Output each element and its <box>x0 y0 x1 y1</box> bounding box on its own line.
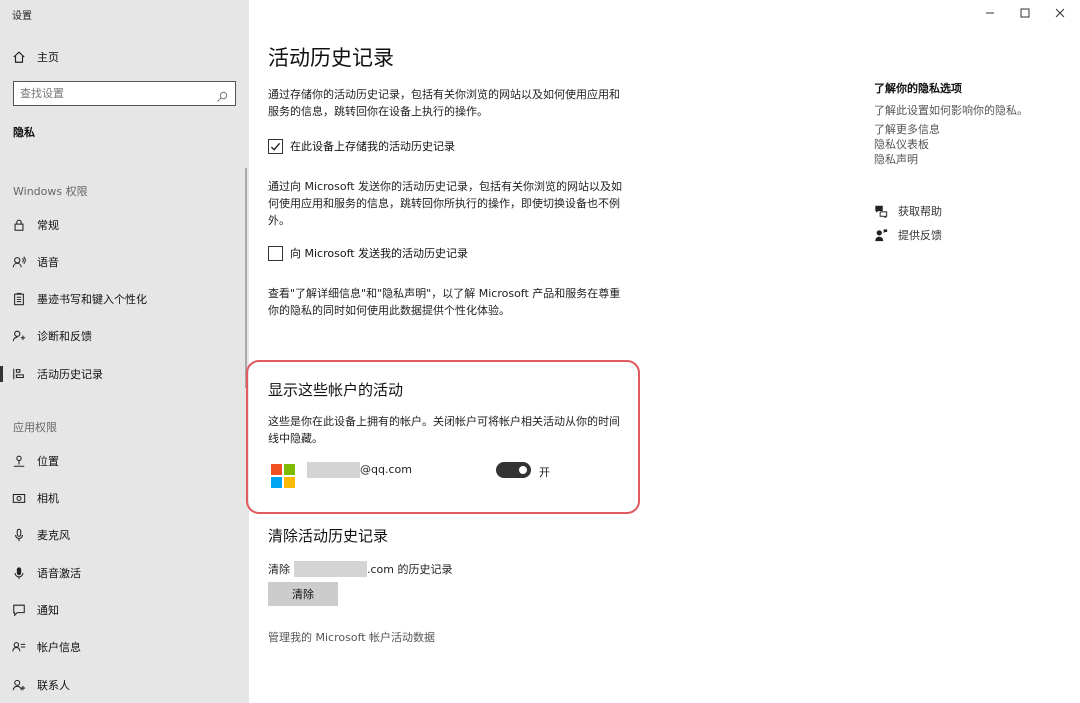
clear-history-title: 清除活动历史记录 <box>268 527 389 545</box>
sidebar-item-notifications[interactable]: 通知 <box>0 595 240 625</box>
search-box[interactable] <box>13 81 236 106</box>
main-content: 活动历史记录 通过存储你的活动历史记录，包括有关你浏览的网站以及如何使用应用和服… <box>249 0 1080 703</box>
privacy-dashboard-link[interactable]: 隐私仪表板 <box>874 136 929 152</box>
clear-button[interactable]: 清除 <box>268 582 338 606</box>
sidebar-item-label: 活动历史记录 <box>37 368 103 381</box>
microphone-icon <box>12 528 26 542</box>
store-history-label: 在此设备上存储我的活动历史记录 <box>290 140 455 153</box>
sidebar-scrollbar[interactable] <box>245 168 247 388</box>
sidebar-item-label: 常规 <box>37 219 59 232</box>
clipboard-icon <box>12 292 26 306</box>
diagnostics-icon <box>12 329 26 343</box>
sidebar-item-activity-history[interactable]: 活动历史记录 <box>0 359 240 389</box>
search-icon[interactable] <box>216 88 228 102</box>
clear-history-suffix: .com 的历史记录 <box>367 563 453 576</box>
send-history-label: 向 Microsoft 发送我的活动历史记录 <box>290 247 469 260</box>
send-description: 通过向 Microsoft 发送你的活动历史记录，包括有关你浏览的网站以及如何使… <box>268 180 623 227</box>
camera-icon <box>12 491 26 505</box>
sidebar-item-voice-activation[interactable]: 语音激活 <box>0 558 240 588</box>
sidebar-item-speech[interactable]: 语音 <box>0 247 240 277</box>
sidebar-item-general[interactable]: 常规 <box>0 210 240 240</box>
get-help-link[interactable]: 获取帮助 <box>874 203 942 219</box>
sidebar-item-camera[interactable]: 相机 <box>0 483 240 513</box>
sidebar-item-home[interactable]: 主页 <box>0 42 240 72</box>
sidebar-item-diagnostics[interactable]: 诊断和反馈 <box>0 321 240 351</box>
current-section-heading: 隐私 <box>13 126 35 139</box>
page-title: 活动历史记录 <box>268 46 394 70</box>
voice-activation-icon <box>12 566 26 580</box>
sidebar-item-label: 相机 <box>37 492 59 505</box>
feedback-icon <box>874 228 888 242</box>
sidebar-item-location[interactable]: 位置 <box>0 446 240 476</box>
sidebar-item-label: 语音激活 <box>37 567 81 580</box>
sidebar-item-account-info[interactable]: 帐户信息 <box>0 632 240 662</box>
search-input[interactable] <box>14 82 216 105</box>
highlight-annotation <box>246 360 640 514</box>
notification-icon <box>12 603 26 617</box>
send-history-checkbox-row[interactable]: 向 Microsoft 发送我的活动历史记录 <box>268 245 468 261</box>
privacy-options-description: 了解此设置如何影响你的隐私。 <box>874 104 1028 117</box>
sidebar-item-label: 帐户信息 <box>37 641 81 654</box>
sidebar: 设置 主页 隐私 Windows 权限 常规 语音 墨迹书写和键入个性化 <box>0 0 249 703</box>
learn-more-link[interactable]: 了解更多信息 <box>874 121 940 137</box>
lock-icon <box>12 218 26 232</box>
store-description: 通过存储你的活动历史记录，包括有关你浏览的网站以及如何使用应用和服务的信息，跳转… <box>268 88 620 118</box>
sidebar-item-inking-typing[interactable]: 墨迹书写和键入个性化 <box>0 284 240 314</box>
sidebar-item-label: 联系人 <box>37 679 70 692</box>
timeline-icon <box>12 367 26 381</box>
help-chat-icon <box>874 204 888 219</box>
sidebar-item-label: 墨迹书写和键入个性化 <box>37 293 147 306</box>
get-help-label: 获取帮助 <box>898 205 942 218</box>
privacy-note: 查看"了解详细信息"和"隐私声明"，以了解 Microsoft 产品和服务在尊重… <box>268 287 621 317</box>
privacy-options-heading: 了解你的隐私选项 <box>874 82 962 95</box>
sidebar-item-label: 语音 <box>37 256 59 269</box>
store-history-checkbox[interactable] <box>268 138 283 154</box>
app-title: 设置 <box>12 11 32 22</box>
send-history-checkbox[interactable] <box>268 245 283 261</box>
give-feedback-label: 提供反馈 <box>898 229 942 242</box>
redacted-account <box>294 561 367 577</box>
sidebar-item-contacts[interactable]: 联系人 <box>0 670 240 700</box>
contacts-icon <box>12 678 26 692</box>
location-icon <box>12 454 26 468</box>
clear-history-prefix: 清除 <box>268 563 290 576</box>
give-feedback-link[interactable]: 提供反馈 <box>874 227 942 243</box>
sidebar-item-label: 通知 <box>37 604 59 617</box>
store-history-checkbox-row[interactable]: 在此设备上存储我的活动历史记录 <box>268 138 455 154</box>
sidebar-item-label: 诊断和反馈 <box>37 330 92 343</box>
checkmark-icon <box>270 142 281 151</box>
manage-account-activity-link[interactable]: 管理我的 Microsoft 帐户活动数据 <box>268 629 435 645</box>
home-icon <box>12 50 26 64</box>
app-permissions-label: 应用权限 <box>13 421 57 434</box>
account-info-icon <box>12 640 26 654</box>
sidebar-item-microphone[interactable]: 麦克风 <box>0 520 240 550</box>
sidebar-item-label: 位置 <box>37 455 59 468</box>
speech-icon <box>12 255 26 269</box>
privacy-statement-link[interactable]: 隐私声明 <box>874 151 918 167</box>
sidebar-item-label: 主页 <box>37 51 59 64</box>
windows-permissions-label: Windows 权限 <box>13 185 88 198</box>
sidebar-item-label: 麦克风 <box>37 529 70 542</box>
